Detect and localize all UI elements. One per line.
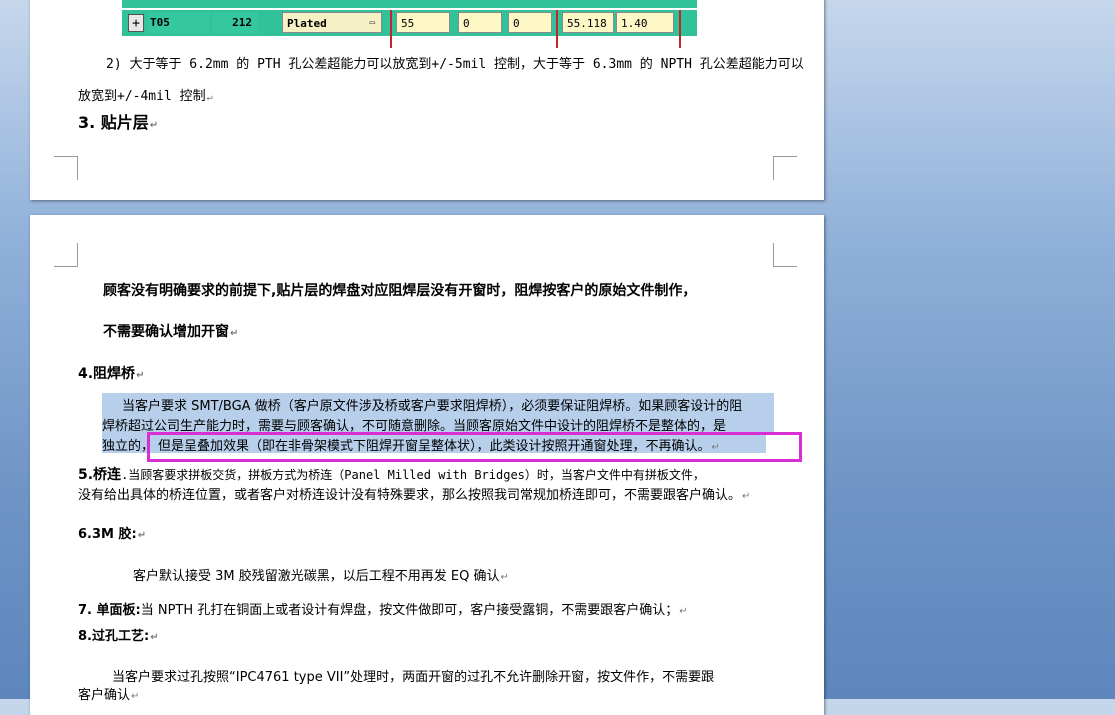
- margin-corner-mark: [773, 243, 797, 267]
- column-divider: [390, 10, 392, 48]
- heading-3: 3. 贴片层↵: [78, 113, 159, 132]
- paragraph-a-line-2: 不需要确认增加开窗↵: [103, 324, 239, 340]
- paragraph-2-line-2: 放宽到+/-4mil 控制↵: [78, 89, 213, 104]
- table-row: + T05 212 Plated ▭ 55 0 0 55.118 1.40: [122, 10, 697, 48]
- table-row-previous: [122, 0, 697, 8]
- margin-corner-mark: [773, 156, 797, 180]
- heading-6: 6.3M 胶:↵: [78, 527, 147, 542]
- margin-corner-mark: [54, 156, 78, 180]
- margin-corner-mark: [54, 243, 78, 267]
- paragraph-5-line-2: 没有给出具体的桥连位置，或者客户对桥连设计没有特殊要求，那么按照我司常规加桥连即…: [78, 488, 751, 503]
- paragraph-8-line-1: 当客户要求过孔按照“IPC4761 type VII”处理时，两面开窗的过孔不允…: [112, 670, 715, 685]
- paragraph-7: 7. 单面板:当 NPTH 孔打在铜面上或者设计有焊盘，按文件做即可，客户接受露…: [78, 603, 688, 618]
- document-page-2: 顾客没有明确要求的前提下,贴片层的焊盘对应阻焊层没有开窗时，阻焊按客户的原始文件…: [30, 215, 824, 715]
- value-cell[interactable]: 55.118: [562, 12, 614, 33]
- value-cell[interactable]: 1.40: [616, 12, 674, 33]
- heading-5: 5.桥连: [78, 467, 122, 483]
- plating-select-value: Plated: [287, 17, 327, 30]
- dropdown-icon: ▭: [369, 18, 375, 28]
- paragraph-8-line-2: 客户确认↵: [78, 688, 140, 703]
- plus-box-icon[interactable]: +: [128, 14, 144, 32]
- column-divider: [679, 10, 681, 48]
- paragraph-6: 客户默认接受 3M 胶残留激光碳黑，以后工程不用再发 EQ 确认↵: [133, 569, 509, 584]
- heading-7: 7. 单面板:: [78, 603, 141, 618]
- paragraph-a-line-1: 顾客没有明确要求的前提下,贴片层的焊盘对应阻焊层没有开窗时，阻焊按客户的原始文件…: [103, 283, 697, 299]
- value-cell[interactable]: 0: [508, 12, 552, 33]
- paragraph-2-line-1: 2) 大于等于 6.2mm 的 PTH 孔公差超能力可以放宽到+/-5mil 控…: [106, 57, 804, 72]
- paragraph-5-line-1: 5.桥连.当顾客要求拼板交货，拼板方式为桥连（Panel Milled with…: [78, 467, 705, 483]
- tool-id-cell: T05: [148, 12, 210, 33]
- heading-4: 4.阻焊桥↵: [78, 366, 145, 382]
- plating-select[interactable]: Plated ▭: [282, 12, 382, 33]
- value-cell[interactable]: 55: [396, 12, 450, 33]
- column-divider: [556, 10, 558, 48]
- paragraph-4-line-1: 当客户要求 SMT/BGA 做桥（客户原文件涉及桥或客户要求阻焊桥），必须要保证…: [122, 399, 743, 414]
- highlight-annotation-box: [147, 432, 802, 462]
- heading-8: 8.过孔工艺:↵: [78, 629, 159, 644]
- tool-size-cell: 212: [212, 12, 258, 33]
- document-page-1: + T05 212 Plated ▭ 55 0 0 55.118 1.40 2)…: [30, 0, 824, 200]
- value-cell[interactable]: 0: [458, 12, 502, 33]
